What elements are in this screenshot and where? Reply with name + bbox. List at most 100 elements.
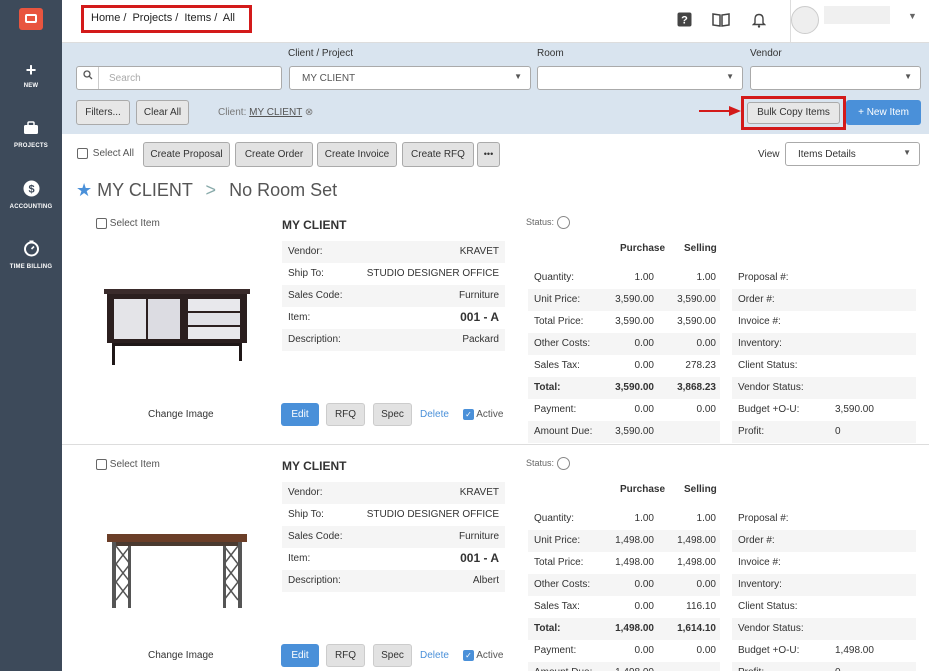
edit-button[interactable]: Edit (281, 644, 319, 667)
status-circle-icon[interactable] (556, 216, 570, 229)
sidebar-item-label: NEW (23, 83, 39, 89)
page-title: ★ MY CLIENT > No Room Set (76, 180, 337, 201)
search-input[interactable]: Search (76, 66, 282, 90)
status-row-inventory: Inventory: (732, 333, 916, 355)
checkbox[interactable] (96, 218, 107, 229)
sidebar-item-time-billing[interactable]: TIME BILLING (0, 240, 62, 270)
create-rfq-button[interactable]: Create RFQ (402, 142, 474, 167)
selling-header: Selling (684, 484, 717, 495)
active-checkbox[interactable]: ✓ Active (463, 650, 503, 661)
breadcrumb-home[interactable]: Home (91, 12, 120, 24)
create-order-button[interactable]: Create Order (235, 142, 313, 167)
new-item-button[interactable]: + New Item (846, 100, 921, 125)
financial-row-sales-tax: Sales Tax: 0.00 278.23 (534, 360, 716, 371)
sidebar-item-new[interactable]: + NEW (0, 60, 62, 89)
breadcrumb-all: All (222, 12, 235, 24)
app-logo-icon[interactable] (19, 8, 43, 30)
status-row-vendor-status: Vendor Status: (732, 377, 916, 399)
remove-filter-icon[interactable]: ⊗ (305, 107, 313, 118)
client-project-label: Client / Project (288, 48, 354, 59)
checkbox[interactable] (96, 459, 107, 470)
help-icon[interactable]: ? (676, 12, 692, 28)
financial-row-payment: Payment: 0.00 0.00 (534, 645, 716, 656)
rfq-button[interactable]: RFQ (326, 403, 365, 426)
vendor-label: Vendor (750, 48, 782, 59)
sidebar-item-accounting[interactable]: $ ACCOUNTING (0, 180, 62, 210)
item-ship-to-row: Ship To: STUDIO DESIGNER OFFICE (288, 509, 499, 520)
financial-row-unit-price: Unit Price: 3,590.00 3,590.00 (528, 289, 720, 311)
status-row-inventory: Inventory: (732, 574, 916, 596)
edit-button[interactable]: Edit (281, 403, 319, 426)
status-row-client-status: Client Status: (738, 601, 798, 612)
view-select[interactable]: Items Details ▼ (785, 142, 920, 166)
client-project-select[interactable]: MY CLIENT ▼ (289, 66, 531, 90)
purchase-header: Purchase (620, 243, 666, 254)
chevron-down-icon: ▼ (726, 72, 734, 81)
vendor-select[interactable]: ▼ (750, 66, 921, 90)
search-icon (77, 67, 99, 89)
bell-icon[interactable] (751, 12, 767, 28)
check-icon[interactable]: ✓ (463, 650, 474, 661)
top-bar: Home / Projects / Items / All ? ▼ (62, 0, 929, 43)
stopwatch-icon (0, 240, 62, 261)
plus-icon: + (25, 60, 37, 80)
status-row-proposal: Proposal #: (738, 272, 789, 283)
status-row-invoice: Invoice #: (738, 557, 781, 568)
select-all-checkbox[interactable]: Select All (77, 148, 134, 159)
item-card: Select Item Change Image MY CLIENT Vendor: K… (62, 454, 929, 671)
product-image (102, 283, 252, 373)
breadcrumb: Home / Projects / Items / All (81, 5, 252, 33)
filters-button[interactable]: Filters... (76, 100, 130, 125)
status-row-profit: Profit:0 (732, 662, 916, 671)
item-ship-to-row: Ship To: STUDIO DESIGNER OFFICE (288, 268, 499, 279)
svg-text:$: $ (28, 184, 34, 196)
sidebar-item-label: ACCOUNTING (9, 204, 53, 210)
financial-row-sales-tax: Sales Tax: 0.00 116.10 (534, 601, 716, 612)
chevron-down-icon[interactable]: ▼ (908, 11, 917, 21)
item-sales-code-row: Sales Code: Furniture (282, 285, 505, 307)
star-icon[interactable]: ★ (76, 180, 92, 200)
check-icon[interactable]: ✓ (463, 409, 474, 420)
sidebar-item-label: PROJECTS (14, 143, 48, 149)
breadcrumb-projects[interactable]: Projects (132, 12, 172, 24)
view-label: View (758, 149, 780, 160)
change-image-link[interactable]: Change Image (148, 409, 214, 420)
avatar[interactable] (791, 6, 819, 34)
checkbox[interactable] (77, 148, 88, 159)
item-client-name: MY CLIENT (282, 459, 347, 473)
sidebar: + NEW PROJECTS $ ACCOUNTING TIME BILLING (0, 0, 62, 671)
filter-bar: Client / Project Room Vendor Search MY C… (62, 43, 929, 134)
active-checkbox[interactable]: ✓ Active (463, 409, 503, 420)
select-item-checkbox[interactable]: Select Item (96, 459, 160, 470)
chevron-right-icon: > (205, 180, 217, 200)
red-arrow-icon (699, 106, 741, 116)
bulk-copy-items-button[interactable]: Bulk Copy Items (747, 102, 840, 124)
item-item-number-row: Item: 001 - A (288, 551, 499, 565)
status-circle-icon[interactable] (556, 457, 570, 470)
more-actions-button[interactable]: ••• (477, 142, 500, 167)
rfq-button[interactable]: RFQ (326, 644, 365, 667)
delete-link[interactable]: Delete (420, 409, 449, 420)
select-item-checkbox[interactable]: Select Item (96, 218, 160, 229)
change-image-link[interactable]: Change Image (148, 650, 214, 661)
room-select[interactable]: ▼ (537, 66, 743, 90)
client-filter-link[interactable]: MY CLIENT (249, 107, 302, 118)
item-vendor-row: Vendor: KRAVET (282, 482, 505, 504)
delete-link[interactable]: Delete (420, 650, 449, 661)
item-card: Select Item Change Image MY CLIENT Vendor: K… (62, 213, 929, 453)
spec-button[interactable]: Spec (373, 644, 412, 667)
clear-all-button[interactable]: Clear All (136, 100, 189, 125)
status-row-budget: Budget +O-U: 3,590.00 (738, 404, 874, 415)
spec-button[interactable]: Spec (373, 403, 412, 426)
create-proposal-button[interactable]: Create Proposal (143, 142, 230, 167)
financial-row-total: Total: 1,498.00 1,614.10 (528, 618, 720, 640)
item-item-number-row: Item: 001 - A (288, 310, 499, 324)
sidebar-item-projects[interactable]: PROJECTS (0, 120, 62, 149)
create-invoice-button[interactable]: Create Invoice (317, 142, 397, 167)
room-label: Room (537, 48, 564, 59)
breadcrumb-items[interactable]: Items (184, 12, 211, 24)
briefcase-icon (0, 120, 62, 140)
username-redacted[interactable] (824, 6, 890, 24)
book-icon[interactable] (712, 12, 730, 28)
svg-text:?: ? (681, 15, 688, 27)
